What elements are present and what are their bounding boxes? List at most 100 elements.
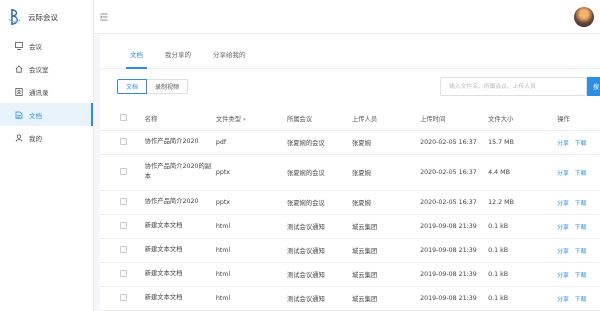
select-all-checkbox[interactable] [120, 113, 127, 121]
sidebar-item-label: 文档 [29, 111, 42, 120]
column-header-meeting[interactable]: 所属会议 [286, 107, 352, 131]
table-row[interactable]: 新建文本文档 html 测试会议通知 城云集团 2019-09-08 21:39 0.1 … [100, 238, 600, 263]
cell-size: 0.1 kB [488, 286, 558, 311]
table-row[interactable]: 新建文本文档 html 测试会议通知 城云集团 2019-09-08 21:39 0.1 … [100, 262, 600, 287]
share-link[interactable]: 分享 [557, 249, 569, 255]
table-row[interactable]: 协作产品简介2020 pptx 张夏婉的会议 张夏婉 2020-02-05 16:37 1… [100, 190, 600, 215]
cell-type: pptx [215, 190, 287, 215]
table-body: 协作产品简介2020 pdf 张夏婉的会议 张夏婉 2020-02-05 16:37 15… [100, 130, 600, 311]
cell-name[interactable]: 协作产品简介2020 [144, 190, 216, 215]
sidebar-item-documents[interactable]: 文档 [0, 103, 93, 126]
search-button[interactable]: 搜 [587, 77, 600, 96]
share-link[interactable]: 分享 [557, 225, 569, 231]
share-link[interactable]: 分享 [557, 141, 569, 147]
table-row[interactable]: 新建文本文档 html 测试会议通知 城云集团 2019-09-08 21:39 0.1 … [100, 286, 600, 311]
sidebar-item-label: 通讯录 [29, 88, 49, 97]
download-link[interactable]: 下载 [575, 249, 587, 255]
download-link[interactable]: 下载 [575, 141, 587, 147]
cell-actions: 分享 下载 [557, 154, 600, 191]
share-link[interactable]: 分享 [557, 297, 569, 303]
sidebar-item-meeting-room[interactable]: 会议室 [0, 57, 93, 80]
sort-icon[interactable]: ▾ [243, 117, 246, 123]
cell-size: 0.1 kB [488, 214, 558, 239]
cell-size: 15.7 MB [488, 130, 558, 155]
cell-meeting: 张夏婉的会议 [286, 154, 352, 191]
cell-time: 2020-02-05 16:37 [420, 130, 489, 155]
cell-uploader: 城云集团 [351, 262, 421, 287]
download-link[interactable]: 下载 [575, 171, 587, 177]
share-link[interactable]: 分享 [557, 171, 569, 177]
tab-documents[interactable]: 文档 [120, 49, 153, 69]
cell-meeting: 测试会议通知 [286, 238, 352, 263]
table-row[interactable]: 协作产品简介2020的副本 pptx 张夏婉的会议 张夏婉 2020-02-05 16:… [100, 154, 600, 191]
tab-my-shared[interactable]: 我分享的 [155, 49, 201, 68]
cell-actions: 分享 下载 [557, 190, 600, 215]
cell-time: 2019-09-08 21:39 [420, 214, 489, 239]
table-row[interactable]: 协作产品简介2020 pdf 张夏婉的会议 张夏婉 2020-02-05 16:37 15… [100, 130, 600, 155]
download-link[interactable]: 下载 [575, 201, 587, 207]
cell-size: 12.2 MB [488, 190, 558, 215]
row-checkbox[interactable] [120, 293, 127, 301]
column-header-type[interactable]: 文件类型 ▾ [215, 107, 287, 131]
search-input[interactable] [440, 77, 587, 96]
cell-meeting: 测试会议通知 [286, 214, 352, 239]
cell-uploader: 张夏婉 [351, 190, 421, 215]
cell-name[interactable]: 新建文本文档 [144, 214, 216, 239]
cell-type: html [215, 214, 287, 239]
tab-shared-with-me[interactable]: 分享给我的 [203, 49, 256, 68]
cell-time: 2019-09-08 21:39 [420, 238, 489, 263]
table-header-row: 名称 文件类型 ▾ 所属会议 上传人员 上传时间 文件大小 操作 [100, 107, 600, 131]
column-header-name[interactable]: 名称 [144, 107, 216, 131]
documents-table: 名称 文件类型 ▾ 所属会议 上传人员 上传时间 文件大小 操作 协作产品简介20… [100, 107, 600, 311]
cell-meeting: 张夏婉的会议 [286, 130, 352, 155]
sidebar-item-mine[interactable]: 我的 [0, 126, 93, 149]
row-checkbox[interactable] [120, 197, 127, 205]
row-checkbox[interactable] [120, 221, 127, 229]
top-bar [94, 0, 600, 34]
download-link[interactable]: 下载 [575, 273, 587, 279]
cell-actions: 分享 下载 [557, 262, 600, 287]
cell-name[interactable]: 新建文本文档 [144, 286, 216, 311]
sidebar-item-meeting[interactable]: 会议 [0, 34, 93, 57]
cell-size: 0.1 kB [488, 238, 558, 263]
column-header-uploader[interactable]: 上传人员 [351, 107, 421, 131]
cell-actions: 分享 下载 [557, 214, 600, 239]
column-header-size[interactable]: 文件大小 [488, 107, 558, 131]
menu-collapse-icon[interactable] [100, 13, 108, 21]
cell-size: 0.1 kB [488, 262, 558, 287]
cell-meeting: 测试会议通知 [286, 262, 352, 287]
download-link[interactable]: 下载 [575, 297, 587, 303]
row-checkbox[interactable] [120, 269, 127, 277]
cell-time: 2020-02-05 16:37 [420, 154, 489, 191]
cell-name[interactable]: 协作产品简介2020 [144, 130, 216, 155]
share-link[interactable]: 分享 [557, 201, 569, 207]
sidebar-item-contacts[interactable]: 通讯录 [0, 80, 93, 103]
cell-size: 4.4 MB [488, 154, 558, 191]
cell-name[interactable]: 新建文本文档 [144, 262, 216, 287]
logo-icon [8, 9, 21, 25]
cell-type: html [215, 286, 287, 311]
cell-uploader: 张夏婉 [351, 154, 421, 191]
cell-uploader: 城云集团 [351, 214, 421, 239]
table-row[interactable]: 新建文本文档 html 测试会议通知 城云集团 2019-09-08 21:39 0.1 … [100, 214, 600, 239]
download-link[interactable]: 下载 [575, 225, 587, 231]
row-checkbox[interactable] [120, 167, 127, 175]
row-checkbox[interactable] [120, 137, 127, 145]
cell-name[interactable]: 新建文本文档 [144, 238, 216, 263]
cell-actions: 分享 下载 [557, 238, 600, 263]
filter-bar: 文档 录制视频 搜 [100, 69, 600, 107]
segment-recordings[interactable]: 录制视频 [147, 79, 189, 94]
avatar[interactable] [574, 7, 594, 27]
row-checkbox[interactable] [120, 245, 127, 253]
column-header-time[interactable]: 上传时间 [420, 107, 489, 131]
column-header-type-label: 文件类型 [215, 115, 242, 123]
cell-actions: 分享 下载 [557, 286, 600, 311]
brand: 云际会议 [0, 0, 93, 34]
sidebar-item-label: 我的 [29, 134, 42, 143]
cell-name[interactable]: 协作产品简介2020的副本 [144, 154, 216, 191]
type-segment: 文档 录制视频 [117, 79, 189, 94]
cell-uploader: 张夏婉 [351, 130, 421, 155]
cell-type: pptx [215, 154, 287, 191]
share-link[interactable]: 分享 [557, 273, 569, 279]
segment-documents[interactable]: 文档 [117, 79, 148, 94]
